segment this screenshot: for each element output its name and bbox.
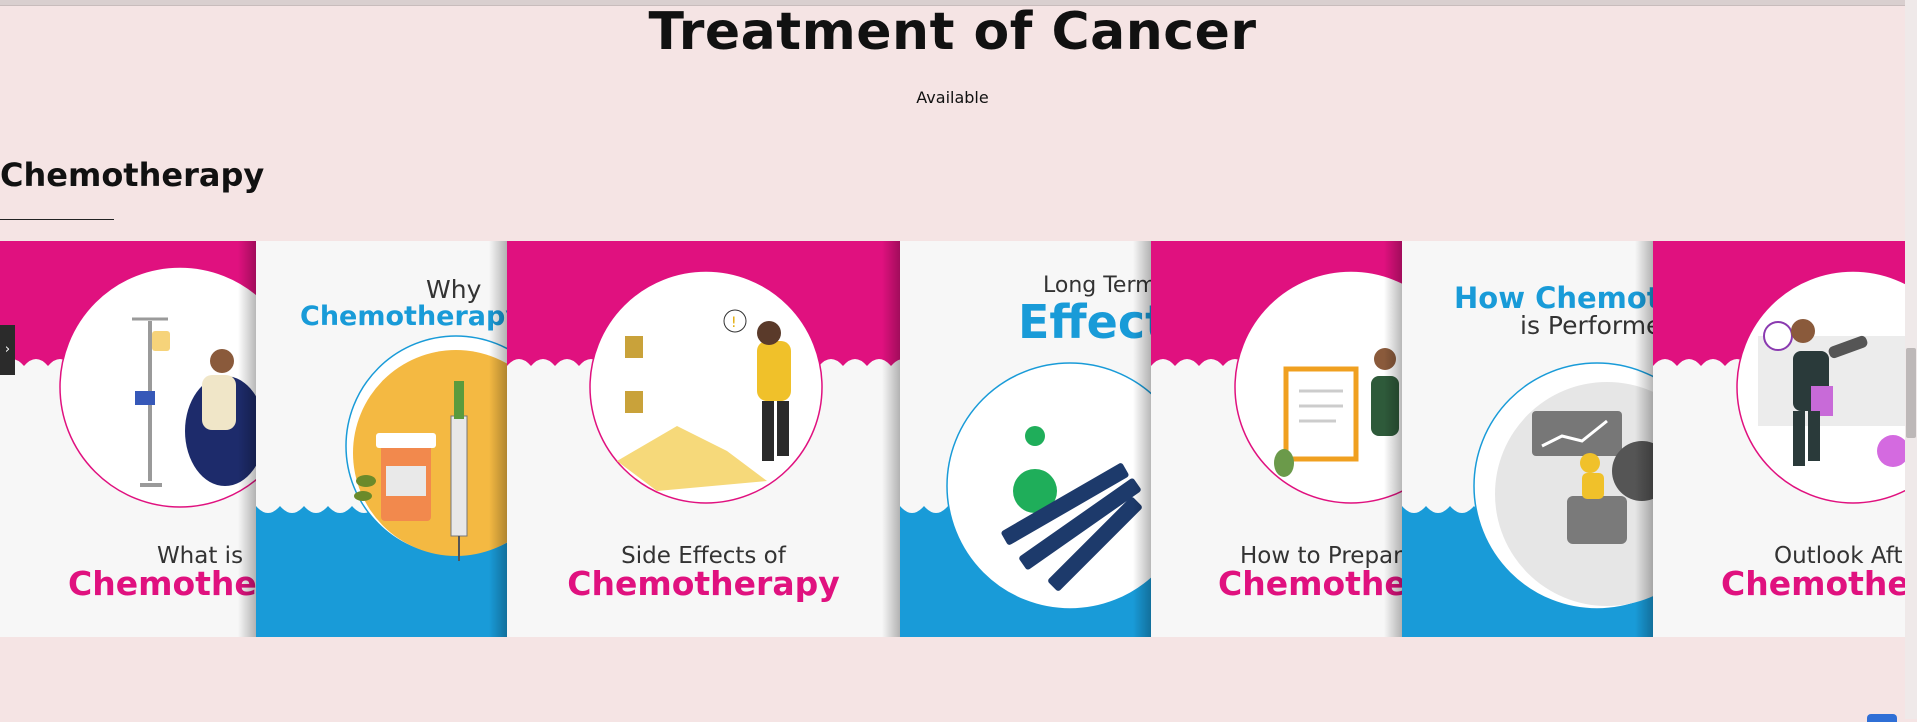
page-title: Treatment of Cancer bbox=[648, 2, 1257, 62]
card-edge-shadow bbox=[882, 241, 900, 637]
card-edge-shadow bbox=[1133, 241, 1151, 637]
svg-text:!: ! bbox=[731, 315, 737, 331]
card-line2: Chemotherapy i bbox=[300, 301, 507, 332]
section-title: Chemotherapy bbox=[0, 156, 265, 194]
carousel-card-long-term[interactable]: Long Term Effect bbox=[900, 241, 1151, 637]
carousel-card-what-is[interactable]: What is Chemothera bbox=[0, 241, 256, 637]
scrollbar-thumb[interactable] bbox=[1906, 348, 1916, 438]
card-line2: Chemothera bbox=[68, 564, 256, 603]
carousel-prev-button[interactable]: › bbox=[0, 325, 15, 375]
carousel-card-how-to-prepare[interactable]: How to Prepar Chemothera bbox=[1151, 241, 1402, 637]
floating-action-button[interactable] bbox=[1867, 714, 1897, 722]
card-line2: Effect bbox=[1018, 295, 1151, 349]
chemotherapy-carousel[interactable]: What is Chemothera Why Chemotherapy i bbox=[0, 241, 1905, 637]
page-scrollbar[interactable] bbox=[1905, 0, 1917, 719]
carousel-card-why[interactable]: Why Chemotherapy i bbox=[256, 241, 507, 637]
card-line1: How Chemoth bbox=[1454, 281, 1653, 315]
carousel-card-how-performed[interactable]: How Chemoth is Performe bbox=[1402, 241, 1653, 637]
carousel-card-side-effects[interactable]: ! Side Effects of Chemotherapy bbox=[507, 241, 900, 637]
page-subtitle: Available bbox=[916, 88, 989, 107]
carousel-card-outlook[interactable]: Outlook Aft Chemother bbox=[1653, 241, 1905, 637]
card-edge-shadow bbox=[489, 241, 507, 637]
section-underline bbox=[0, 219, 114, 220]
card-line2: Chemotherapy bbox=[567, 564, 840, 603]
card-edge-shadow bbox=[1384, 241, 1402, 637]
card-line2: Chemothera bbox=[1218, 564, 1402, 603]
card-line2: Chemother bbox=[1721, 564, 1905, 603]
card-line2: is Performe bbox=[1520, 311, 1653, 340]
card-edge-shadow bbox=[1635, 241, 1653, 637]
card-edge-shadow bbox=[238, 241, 256, 637]
